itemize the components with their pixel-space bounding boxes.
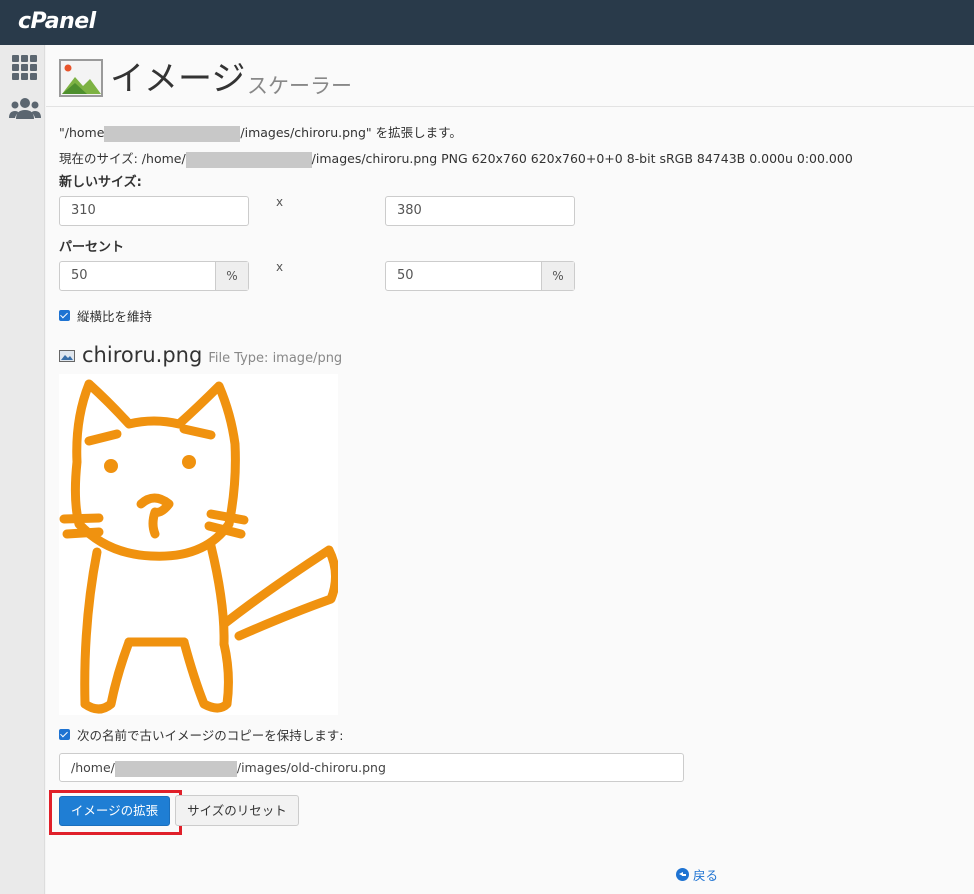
old-copy-path-input[interactable]: /home//images/old-chiroru.png — [59, 753, 684, 782]
page-subtitle: スケーラー — [247, 74, 352, 98]
height-percent-input[interactable]: 50 % — [385, 261, 575, 291]
current-size-text: 現在のサイズ: /home//images/chiroru.png PNG 62… — [59, 151, 853, 168]
sidebar — [0, 45, 45, 894]
scale-target-text: "/home/images/chiroru.png" を拡張します。 — [59, 125, 462, 142]
reset-size-button[interactable]: サイズのリセット — [175, 795, 299, 826]
redacted-username — [114, 760, 237, 777]
image-preview — [59, 374, 338, 715]
percent-addon: % — [541, 262, 574, 290]
keep-copy-label: 次の名前で古いイメージのコピーを保持します: — [77, 728, 344, 743]
keep-aspect-checkbox[interactable] — [59, 310, 70, 321]
times-sign: x — [276, 260, 284, 274]
file-title: chiroru.png File Type: image/png — [59, 343, 342, 367]
page-title: イメージ — [110, 59, 246, 99]
percent-label: パーセント — [59, 240, 125, 255]
back-link[interactable]: 戻る — [676, 865, 718, 884]
redacted-username — [104, 125, 241, 142]
new-size-label: 新しいサイズ: — [59, 175, 142, 190]
keep-aspect-label: 縦横比を維持 — [77, 309, 153, 324]
file-type: File Type: image/png — [208, 351, 343, 366]
percent-addon: % — [215, 262, 248, 290]
file-name: chiroru.png — [82, 343, 203, 367]
image-file-icon — [59, 350, 75, 362]
main-content: イメージ スケーラー "/home/images/chiroru.png" を拡… — [46, 45, 974, 894]
keep-aspect-row[interactable]: 縦横比を維持 — [59, 306, 152, 325]
redacted-username — [185, 151, 312, 168]
users-icon[interactable] — [9, 97, 41, 121]
width-percent-input[interactable]: 50 % — [59, 261, 249, 291]
width-input[interactable]: 310 — [59, 196, 249, 226]
height-input[interactable]: 380 — [385, 196, 575, 226]
page-header: イメージ スケーラー — [46, 45, 974, 107]
keep-copy-checkbox[interactable] — [59, 729, 70, 740]
cpanel-logo[interactable]: cPanel — [18, 9, 96, 34]
times-sign: x — [276, 195, 284, 209]
back-arrow-icon — [676, 868, 689, 881]
apps-grid-icon[interactable] — [12, 55, 38, 80]
image-icon — [59, 59, 103, 97]
keep-copy-row[interactable]: 次の名前で古いイメージのコピーを保持します: — [59, 725, 343, 744]
top-bar: cPanel — [0, 0, 974, 45]
scale-image-button[interactable]: イメージの拡張 — [59, 796, 170, 826]
